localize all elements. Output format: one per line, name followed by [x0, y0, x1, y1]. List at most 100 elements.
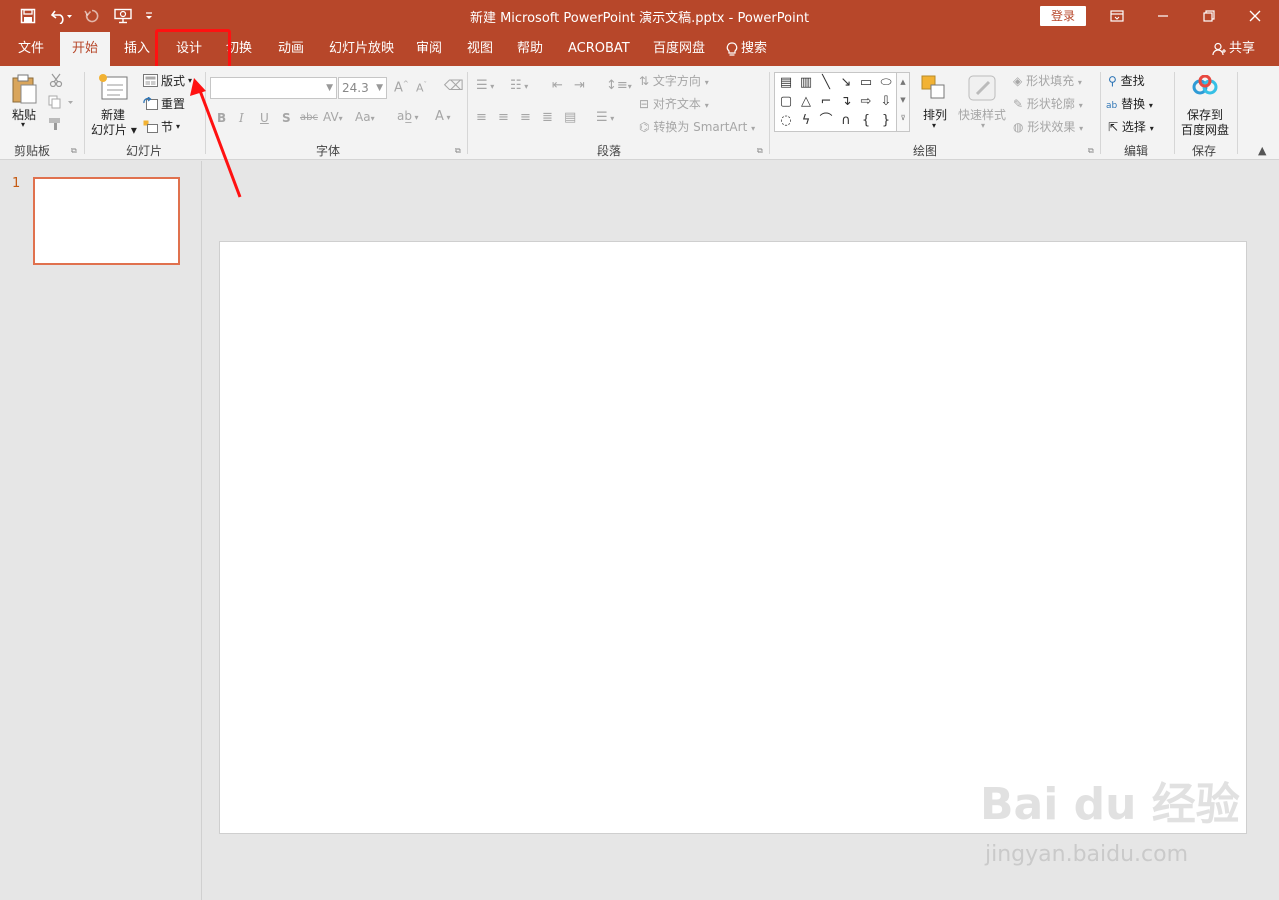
quick-styles-icon[interactable]	[965, 73, 999, 103]
align-text-button[interactable]: ⊟ 对齐文本 ▾	[639, 95, 709, 112]
convert-smartart-button[interactable]: ⌬ 转换为 SmartArt ▾	[639, 118, 755, 135]
new-slide-label-2[interactable]: 幻灯片 ▾	[91, 121, 137, 138]
tab-acrobat[interactable]: ACROBAT	[566, 32, 632, 66]
scribble-shape-icon[interactable]: ϟ	[798, 114, 814, 128]
oval-shape-icon[interactable]: ⬭	[878, 76, 894, 90]
scroll-up-icon[interactable]: ▲	[897, 73, 909, 91]
font-size-combo[interactable]: 24.3 ▼	[338, 77, 387, 99]
ribbon-display-options-icon[interactable]	[1094, 0, 1140, 32]
layout-button[interactable]: 版式 ▾	[143, 72, 192, 89]
font-group-label: 字体	[316, 144, 341, 158]
quick-styles-dropdown-icon[interactable]: ▾	[981, 121, 985, 130]
left-brace-shape-icon[interactable]: {	[858, 114, 874, 128]
restore-icon[interactable]	[1186, 0, 1232, 32]
shape-outline-button[interactable]: ✎ 形状轮廓 ▾	[1013, 95, 1083, 112]
tab-animations[interactable]: 动画	[276, 32, 306, 66]
select-button[interactable]: ⇱ 选择 ▾	[1108, 118, 1154, 135]
minimize-icon[interactable]	[1140, 0, 1186, 32]
triangle-shape-icon[interactable]: △	[798, 95, 814, 109]
copy-icon[interactable]	[47, 94, 75, 110]
increase-indent-icon[interactable]: ⇥	[574, 78, 585, 93]
rounded-rectangle-shape-icon[interactable]: ▢	[778, 95, 794, 109]
tab-slideshow[interactable]: 幻灯片放映	[327, 32, 396, 66]
new-slide-icon[interactable]	[98, 72, 130, 104]
decrease-font-size-icon[interactable]: Aˇ	[416, 81, 427, 95]
clipboard-launcher-icon[interactable]: ⧉	[71, 146, 77, 156]
shape-effects-button[interactable]: ◍ 形状效果 ▾	[1013, 118, 1083, 135]
save-to-label-2[interactable]: 百度网盘	[1181, 121, 1229, 138]
arc-shape-icon[interactable]: ⌒	[818, 114, 834, 128]
bullets-icon[interactable]: ☰ ▾	[476, 78, 494, 93]
slide-thumbnail[interactable]	[33, 177, 180, 265]
replace-button[interactable]: ab 替换 ▾	[1106, 95, 1153, 112]
highlight-color-icon[interactable]: ab̲ ▾	[397, 109, 419, 123]
tab-home[interactable]: 开始	[60, 32, 111, 66]
tab-baidu-netdisk[interactable]: 百度网盘	[651, 32, 707, 66]
align-left-icon[interactable]: ≡	[476, 110, 487, 125]
share-button[interactable]: 共享	[1210, 32, 1257, 66]
rectangle-shape-icon[interactable]: ▭	[858, 76, 874, 90]
tab-file[interactable]: 文件	[16, 32, 46, 66]
arrow-line-shape-icon[interactable]: ↘	[838, 76, 854, 90]
italic-icon[interactable]: I	[239, 111, 244, 125]
decrease-indent-icon[interactable]: ⇤	[552, 78, 563, 93]
format-painter-icon[interactable]	[47, 116, 65, 132]
curve-shape-icon[interactable]: ∩	[838, 114, 854, 128]
shapes-gallery-scrollbar[interactable]: ▲ ▼ ⊽	[896, 72, 910, 132]
tab-view[interactable]: 视图	[465, 32, 495, 66]
font-color-icon[interactable]: A ▾	[435, 109, 450, 124]
arrange-dropdown-icon[interactable]: ▾	[932, 121, 936, 130]
drawing-launcher-icon[interactable]: ⧉	[1088, 146, 1094, 156]
collapse-ribbon-icon[interactable]: ▲	[1258, 144, 1266, 157]
font-launcher-icon[interactable]: ⧉	[455, 146, 461, 156]
gallery-more-icon[interactable]: ⊽	[897, 109, 909, 127]
cut-icon[interactable]	[47, 72, 65, 88]
down-arrow-shape-icon[interactable]: ⇩	[878, 95, 894, 109]
align-center-icon[interactable]: ≡	[498, 110, 509, 125]
change-case-icon[interactable]: Aa▾	[355, 110, 375, 124]
baidu-netdisk-icon[interactable]	[1190, 73, 1220, 101]
elbow-connector-shape-icon[interactable]: ⌐	[818, 95, 834, 109]
login-button[interactable]: 登录	[1040, 6, 1086, 26]
shape-fill-button[interactable]: ◈ 形状填充 ▾	[1013, 72, 1082, 89]
lightbulb-icon	[726, 41, 738, 56]
clear-formatting-icon[interactable]: ⌫	[444, 78, 464, 94]
vertical-textbox-shape-icon[interactable]: ▥	[798, 76, 814, 90]
reset-button[interactable]: 重置	[143, 95, 185, 112]
close-icon[interactable]	[1232, 0, 1278, 32]
line-shape-icon[interactable]: ╲	[818, 76, 834, 90]
text-direction-button[interactable]: ⇅ 文字方向 ▾	[639, 72, 709, 89]
increase-font-size-icon[interactable]: A^	[394, 80, 409, 95]
elbow-arrow-shape-icon[interactable]: ↴	[838, 95, 854, 109]
shapes-gallery[interactable]: ▤ ▥ ╲ ↘ ▭ ⬭ ▢ △ ⌐ ↴ ⇨ ⇩ ◌ ϟ ⌒ ∩ { }	[774, 72, 910, 132]
align-right-icon[interactable]: ≡	[520, 110, 531, 125]
right-arrow-shape-icon[interactable]: ⇨	[858, 95, 874, 109]
justify-icon[interactable]: ≣	[542, 110, 553, 125]
bold-icon[interactable]: B	[217, 111, 226, 125]
tab-help[interactable]: 帮助	[515, 32, 545, 66]
textbox-shape-icon[interactable]: ▤	[778, 76, 794, 90]
distributed-icon[interactable]: ▤	[564, 110, 576, 125]
font-name-combo[interactable]: ▼	[210, 77, 337, 99]
numbering-icon[interactable]: ☷ ▾	[510, 78, 528, 93]
scroll-down-icon[interactable]: ▼	[897, 91, 909, 109]
text-shadow-icon[interactable]: S	[282, 111, 291, 125]
tab-insert[interactable]: 插入	[122, 32, 152, 66]
tab-review[interactable]: 审阅	[414, 32, 444, 66]
right-brace-shape-icon[interactable]: }	[878, 114, 894, 128]
slide-canvas[interactable]	[219, 241, 1247, 834]
line-spacing-icon[interactable]: ↕≡▾	[606, 78, 632, 93]
tell-me-search[interactable]: 搜索	[724, 32, 769, 66]
underline-icon[interactable]: U	[260, 111, 269, 125]
find-button[interactable]: ⚲ 查找	[1108, 72, 1145, 89]
paint-bucket-icon: ◈	[1013, 74, 1023, 88]
arrange-icon[interactable]	[919, 73, 949, 103]
section-button[interactable]: 节 ▾	[143, 118, 180, 135]
paste-icon[interactable]	[9, 72, 39, 106]
paragraph-launcher-icon[interactable]: ⧉	[757, 146, 763, 156]
paste-dropdown-icon[interactable]: ▾	[21, 120, 25, 129]
strikethrough-icon[interactable]: abc	[300, 112, 318, 123]
character-spacing-icon[interactable]: AV▾	[323, 110, 343, 124]
freeform-shape-icon[interactable]: ◌	[778, 114, 794, 128]
columns-icon[interactable]: ☰ ▾	[596, 110, 614, 125]
